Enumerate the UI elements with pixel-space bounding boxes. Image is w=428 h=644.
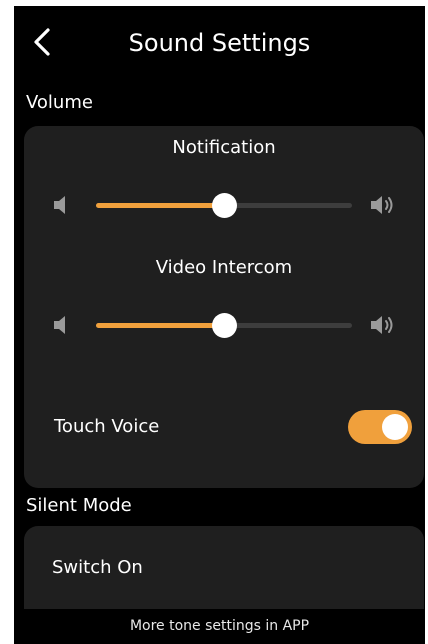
video-intercom-slider-fill	[96, 323, 224, 328]
volume-card: Notification Video Intercom Touch Voice	[24, 126, 424, 488]
video-intercom-slider[interactable]	[96, 313, 352, 338]
notification-slider-fill	[96, 203, 224, 208]
video-intercom-label: Video Intercom	[155, 257, 293, 278]
notification-slider-thumb[interactable]	[212, 193, 237, 218]
speaker-low-icon	[52, 195, 80, 215]
speaker-high-icon	[369, 315, 397, 335]
footer-link[interactable]: More tone settings in APP	[14, 609, 425, 644]
touch-voice-toggle[interactable]	[348, 410, 412, 444]
video-intercom-slider-row	[24, 311, 424, 339]
section-label-silent-mode: Silent Mode	[26, 495, 132, 516]
page-title: Sound Settings	[128, 29, 311, 57]
notification-slider-row	[24, 191, 424, 219]
header: Sound Settings	[14, 6, 425, 82]
toggle-knob	[382, 414, 408, 440]
notification-slider[interactable]	[96, 193, 352, 218]
speaker-high-icon	[369, 195, 397, 215]
notification-label: Notification	[172, 137, 276, 158]
sound-settings-screen: Sound Settings Volume Notification Video…	[14, 6, 425, 644]
touch-voice-label: Touch Voice	[54, 416, 160, 437]
video-intercom-slider-thumb[interactable]	[212, 313, 237, 338]
speaker-low-icon	[52, 315, 80, 335]
silent-mode-switch-row[interactable]: Switch On	[52, 556, 143, 580]
section-label-volume: Volume	[26, 92, 93, 113]
